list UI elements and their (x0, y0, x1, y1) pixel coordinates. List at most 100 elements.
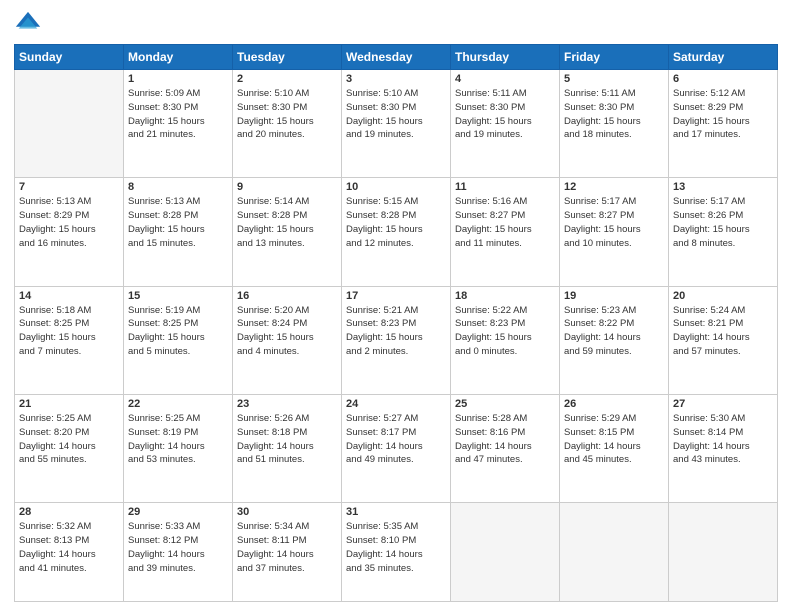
calendar-cell: 6 Sunrise: 5:12 AM Sunset: 8:29 PM Daylig… (669, 70, 778, 178)
calendar-cell: 16 Sunrise: 5:20 AM Sunset: 8:24 PM Dayli… (233, 286, 342, 394)
day-number: 17 (346, 290, 446, 302)
calendar-cell: 29 Sunrise: 5:33 AM Sunset: 8:12 PM Dayli… (124, 503, 233, 602)
day-number: 9 (237, 181, 337, 193)
header (14, 10, 778, 38)
calendar-cell: 2 Sunrise: 5:10 AM Sunset: 8:30 PM Daylig… (233, 70, 342, 178)
day-info: Sunrise: 5:25 AM Sunset: 8:20 PM Dayligh… (19, 412, 119, 467)
day-number: 3 (346, 73, 446, 85)
calendar-cell: 22 Sunrise: 5:25 AM Sunset: 8:19 PM Dayli… (124, 395, 233, 503)
day-number: 1 (128, 73, 228, 85)
day-info: Sunrise: 5:33 AM Sunset: 8:12 PM Dayligh… (128, 520, 228, 575)
calendar-cell (15, 70, 124, 178)
calendar-cell: 11 Sunrise: 5:16 AM Sunset: 8:27 PM Dayli… (451, 178, 560, 286)
weekday-header: Friday (560, 45, 669, 70)
day-info: Sunrise: 5:32 AM Sunset: 8:13 PM Dayligh… (19, 520, 119, 575)
calendar-cell: 12Sunrise: 5:17 AM Sunset: 8:27 PM Dayli… (560, 178, 669, 286)
day-info: Sunrise: 5:24 AM Sunset: 8:21 PM Dayligh… (673, 304, 773, 359)
day-number: 23 (237, 398, 337, 410)
weekday-header: Monday (124, 45, 233, 70)
calendar-cell: 5 Sunrise: 5:11 AM Sunset: 8:30 PM Daylig… (560, 70, 669, 178)
day-number: 2 (237, 73, 337, 85)
calendar-week-row: 21 Sunrise: 5:25 AM Sunset: 8:20 PM Dayli… (15, 395, 778, 503)
calendar-cell: 7 Sunrise: 5:13 AM Sunset: 8:29 PM Daylig… (15, 178, 124, 286)
day-info: Sunrise: 5:28 AM Sunset: 8:16 PM Dayligh… (455, 412, 555, 467)
calendar-cell: 18 Sunrise: 5:22 AM Sunset: 8:23 PM Dayli… (451, 286, 560, 394)
day-number: 16 (237, 290, 337, 302)
day-number: 15 (128, 290, 228, 302)
calendar-cell: 13 Sunrise: 5:17 AM Sunset: 8:26 PM Dayli… (669, 178, 778, 286)
day-info: Sunrise: 5:35 AM Sunset: 8:10 PM Dayligh… (346, 520, 446, 575)
day-number: 11 (455, 181, 555, 193)
calendar-cell: 27 Sunrise: 5:30 AM Sunset: 8:14 PM Dayli… (669, 395, 778, 503)
day-info: Sunrise: 5:23 AM Sunset: 8:22 PM Dayligh… (564, 304, 664, 359)
day-info: Sunrise: 5:19 AM Sunset: 8:25 PM Dayligh… (128, 304, 228, 359)
calendar-cell: 9 Sunrise: 5:14 AM Sunset: 8:28 PM Daylig… (233, 178, 342, 286)
day-info: Sunrise: 5:10 AM Sunset: 8:30 PM Dayligh… (237, 87, 337, 142)
calendar-cell: 21 Sunrise: 5:25 AM Sunset: 8:20 PM Dayli… (15, 395, 124, 503)
logo-icon (14, 10, 42, 38)
day-info: Sunrise: 5:15 AM Sunset: 8:28 PM Dayligh… (346, 195, 446, 250)
day-info: Sunrise: 5:11 AM Sunset: 8:30 PM Dayligh… (564, 87, 664, 142)
calendar-cell: 20Sunrise: 5:24 AM Sunset: 8:21 PM Dayli… (669, 286, 778, 394)
day-number: 19 (564, 290, 664, 302)
day-info: Sunrise: 5:17 AM Sunset: 8:26 PM Dayligh… (673, 195, 773, 250)
calendar-week-row: 14Sunrise: 5:18 AM Sunset: 8:25 PM Dayli… (15, 286, 778, 394)
day-info: Sunrise: 5:30 AM Sunset: 8:14 PM Dayligh… (673, 412, 773, 467)
day-number: 18 (455, 290, 555, 302)
day-info: Sunrise: 5:34 AM Sunset: 8:11 PM Dayligh… (237, 520, 337, 575)
calendar-cell: 1 Sunrise: 5:09 AM Sunset: 8:30 PM Daylig… (124, 70, 233, 178)
day-info: Sunrise: 5:26 AM Sunset: 8:18 PM Dayligh… (237, 412, 337, 467)
calendar-cell: 8Sunrise: 5:13 AM Sunset: 8:28 PM Daylig… (124, 178, 233, 286)
calendar-cell: 24Sunrise: 5:27 AM Sunset: 8:17 PM Dayli… (342, 395, 451, 503)
day-number: 10 (346, 181, 446, 193)
day-number: 25 (455, 398, 555, 410)
day-number: 27 (673, 398, 773, 410)
weekday-header-row: SundayMondayTuesdayWednesdayThursdayFrid… (15, 45, 778, 70)
calendar-cell: 14Sunrise: 5:18 AM Sunset: 8:25 PM Dayli… (15, 286, 124, 394)
day-info: Sunrise: 5:21 AM Sunset: 8:23 PM Dayligh… (346, 304, 446, 359)
day-number: 6 (673, 73, 773, 85)
calendar-cell: 30 Sunrise: 5:34 AM Sunset: 8:11 PM Dayli… (233, 503, 342, 602)
day-number: 13 (673, 181, 773, 193)
calendar-cell (560, 503, 669, 602)
calendar-cell: 3 Sunrise: 5:10 AM Sunset: 8:30 PM Daylig… (342, 70, 451, 178)
logo (14, 10, 46, 38)
weekday-header: Thursday (451, 45, 560, 70)
day-info: Sunrise: 5:20 AM Sunset: 8:24 PM Dayligh… (237, 304, 337, 359)
day-info: Sunrise: 5:14 AM Sunset: 8:28 PM Dayligh… (237, 195, 337, 250)
weekday-header: Wednesday (342, 45, 451, 70)
day-info: Sunrise: 5:25 AM Sunset: 8:19 PM Dayligh… (128, 412, 228, 467)
day-number: 26 (564, 398, 664, 410)
day-number: 28 (19, 506, 119, 518)
day-number: 30 (237, 506, 337, 518)
calendar-cell: 31 Sunrise: 5:35 AM Sunset: 8:10 PM Dayli… (342, 503, 451, 602)
day-info: Sunrise: 5:22 AM Sunset: 8:23 PM Dayligh… (455, 304, 555, 359)
day-info: Sunrise: 5:12 AM Sunset: 8:29 PM Dayligh… (673, 87, 773, 142)
day-number: 14 (19, 290, 119, 302)
calendar-cell: 10 Sunrise: 5:15 AM Sunset: 8:28 PM Dayli… (342, 178, 451, 286)
day-number: 22 (128, 398, 228, 410)
calendar-cell: 19 Sunrise: 5:23 AM Sunset: 8:22 PM Dayli… (560, 286, 669, 394)
day-number: 7 (19, 181, 119, 193)
calendar: SundayMondayTuesdayWednesdayThursdayFrid… (14, 44, 778, 602)
day-number: 29 (128, 506, 228, 518)
day-number: 31 (346, 506, 446, 518)
day-number: 12 (564, 181, 664, 193)
calendar-cell: 23 Sunrise: 5:26 AM Sunset: 8:18 PM Dayli… (233, 395, 342, 503)
day-info: Sunrise: 5:10 AM Sunset: 8:30 PM Dayligh… (346, 87, 446, 142)
calendar-week-row: 28 Sunrise: 5:32 AM Sunset: 8:13 PM Dayli… (15, 503, 778, 602)
calendar-cell (669, 503, 778, 602)
calendar-cell: 28 Sunrise: 5:32 AM Sunset: 8:13 PM Dayli… (15, 503, 124, 602)
day-info: Sunrise: 5:13 AM Sunset: 8:28 PM Dayligh… (128, 195, 228, 250)
day-number: 21 (19, 398, 119, 410)
calendar-cell: 25 Sunrise: 5:28 AM Sunset: 8:16 PM Dayli… (451, 395, 560, 503)
day-info: Sunrise: 5:11 AM Sunset: 8:30 PM Dayligh… (455, 87, 555, 142)
day-info: Sunrise: 5:13 AM Sunset: 8:29 PM Dayligh… (19, 195, 119, 250)
day-number: 5 (564, 73, 664, 85)
day-info: Sunrise: 5:09 AM Sunset: 8:30 PM Dayligh… (128, 87, 228, 142)
weekday-header: Saturday (669, 45, 778, 70)
calendar-cell: 15 Sunrise: 5:19 AM Sunset: 8:25 PM Dayli… (124, 286, 233, 394)
day-info: Sunrise: 5:16 AM Sunset: 8:27 PM Dayligh… (455, 195, 555, 250)
day-number: 24 (346, 398, 446, 410)
day-number: 4 (455, 73, 555, 85)
